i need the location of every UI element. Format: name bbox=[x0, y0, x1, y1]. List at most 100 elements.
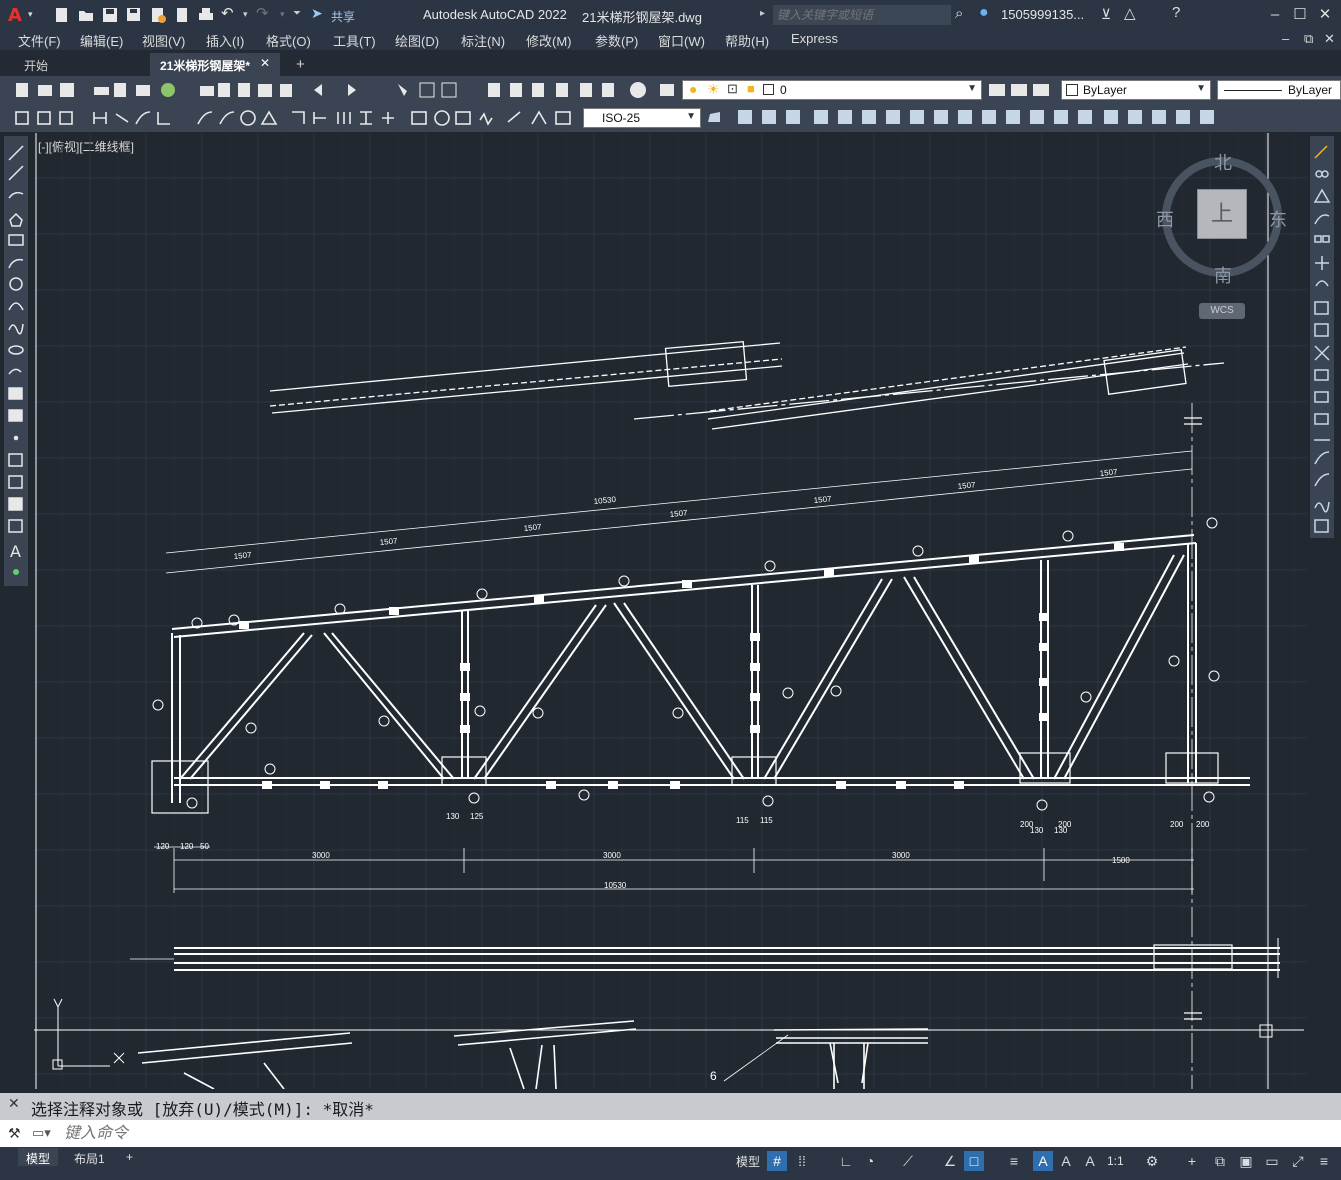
compass-west[interactable]: 西 bbox=[1156, 206, 1174, 232]
share-icon[interactable]: ➤ bbox=[311, 5, 329, 23]
search-input[interactable] bbox=[773, 5, 951, 25]
menu-insert[interactable]: 插入(I) bbox=[206, 31, 244, 50]
draw-toolbar-icons[interactable]: A bbox=[4, 136, 28, 586]
ortho-icon[interactable]: ∟ bbox=[836, 1151, 856, 1171]
menu-view[interactable]: 视图(V) bbox=[142, 31, 185, 50]
layer-dropdown[interactable]: ● ☀ ⊡ ■ 0 ▼ bbox=[682, 80, 982, 100]
grid-icon[interactable]: # bbox=[767, 1151, 787, 1171]
new-tab-icon[interactable]: + bbox=[286, 52, 312, 75]
svg-text:115: 115 bbox=[736, 816, 749, 825]
modify-toolbar-right-icons[interactable] bbox=[1310, 136, 1334, 538]
menu-draw[interactable]: 绘图(D) bbox=[395, 31, 439, 50]
auto-scale-icon[interactable]: A bbox=[1056, 1151, 1076, 1171]
close-icon[interactable]: ✕ bbox=[8, 1095, 20, 1112]
chevron-down-icon[interactable]: ▾ bbox=[28, 9, 46, 27]
doc-restore-icon[interactable]: ⧉ bbox=[1304, 31, 1313, 47]
user-icon[interactable]: ● bbox=[979, 4, 997, 22]
wcs-menu[interactable]: WCS bbox=[1199, 303, 1245, 319]
plot-icon[interactable] bbox=[197, 6, 215, 24]
undo-icon[interactable]: ↶ bbox=[221, 4, 239, 22]
gear-icon[interactable]: ⚙ bbox=[1142, 1151, 1162, 1171]
lightbulb-icon: ● bbox=[689, 81, 698, 97]
standard-toolbar-icons[interactable] bbox=[10, 76, 690, 104]
menu-tools[interactable]: 工具(T) bbox=[333, 31, 376, 50]
close-icon[interactable]: ✕ bbox=[260, 56, 270, 70]
tab-layout1[interactable]: 布局1 bbox=[66, 1148, 113, 1166]
cart-icon[interactable]: ⊻ bbox=[1101, 6, 1119, 24]
command-line: ⚒ ▭▾ bbox=[0, 1120, 1341, 1147]
snap-icon[interactable]: ⁞⁞ bbox=[792, 1151, 812, 1171]
object-snap-tracking-icon[interactable]: ∠ bbox=[940, 1151, 960, 1171]
dim-label-2: 3000 bbox=[603, 851, 621, 860]
autocad-logo-icon[interactable]: A bbox=[8, 5, 22, 26]
annotation-scale-icon[interactable]: A bbox=[1080, 1151, 1100, 1171]
dimstyle-dropdown[interactable]: ISO-25 ▼ bbox=[583, 108, 701, 128]
compass-east[interactable]: 东 bbox=[1269, 206, 1287, 232]
open-web-icon[interactable] bbox=[149, 6, 167, 24]
svg-text:1507: 1507 bbox=[957, 480, 976, 491]
annotation-scale-value[interactable]: 1:1 bbox=[1107, 1154, 1124, 1168]
open-folder-icon[interactable] bbox=[77, 6, 95, 24]
maximize-icon[interactable]: ☐ bbox=[1289, 4, 1311, 26]
doc-minimize-icon[interactable]: – bbox=[1282, 31, 1289, 46]
menu-express[interactable]: Express bbox=[791, 31, 838, 46]
grid-lines bbox=[34, 133, 1307, 1089]
menu-file[interactable]: 文件(F) bbox=[18, 31, 61, 50]
command-input[interactable] bbox=[64, 1122, 1324, 1145]
customize-icon[interactable]: ⏷ bbox=[293, 8, 311, 26]
redo-icon[interactable]: ↷ bbox=[256, 4, 274, 22]
hardware-acceleration-icon[interactable]: ▣ bbox=[1236, 1151, 1256, 1171]
model-space-label[interactable]: 模型 bbox=[736, 1153, 760, 1170]
add-layout-icon[interactable]: + bbox=[118, 1148, 141, 1166]
viewcube-top-face[interactable]: 上 bbox=[1197, 189, 1247, 239]
close-icon[interactable]: ✕ bbox=[1314, 4, 1336, 26]
menu-icon[interactable]: ≡ bbox=[1314, 1151, 1334, 1171]
clean-screen-icon[interactable]: ▭ bbox=[1262, 1151, 1282, 1171]
drawing-canvas[interactable]: 3000 3000 3000 1500 10530 1507 1507 1507… bbox=[34, 133, 1307, 1089]
isodraft-icon[interactable]: ⟋ bbox=[898, 1151, 918, 1171]
save-web-icon[interactable] bbox=[173, 6, 191, 24]
chevron-down-icon: ▼ bbox=[967, 83, 977, 94]
compass-south[interactable]: 南 bbox=[1214, 262, 1232, 288]
annotation-visibility-icon[interactable]: A bbox=[1033, 1151, 1053, 1171]
color-dropdown[interactable]: ByLayer ▼ bbox=[1061, 80, 1211, 100]
fullscreen-icon[interactable]: ⤢ bbox=[1288, 1151, 1308, 1171]
tab-start[interactable]: 开始 bbox=[14, 53, 149, 76]
linetype-dropdown[interactable]: ByLayer bbox=[1217, 80, 1341, 100]
title-bar: A ▾ ↶ ▾ ↷ ▾ ⏷ ➤ 共享 Autodesk AutoCAD 2022… bbox=[0, 0, 1341, 30]
model-viewport[interactable]: [-][俯视][二维线框] 3000 3000 3000 1500 10530 … bbox=[34, 133, 1307, 1089]
lineweight-icon[interactable]: ≡ bbox=[1004, 1151, 1024, 1171]
dimension-toolbar-icons[interactable] bbox=[10, 104, 590, 132]
polar-icon[interactable]: ◔ bbox=[860, 1151, 880, 1171]
tab-drawing[interactable]: 21米梯形钢屋架* ✕ bbox=[150, 53, 280, 76]
plus-icon[interactable]: + bbox=[1182, 1151, 1202, 1171]
share-label[interactable]: 共享 bbox=[331, 8, 355, 25]
command-prompt-icon[interactable]: ▭▾ bbox=[32, 1125, 51, 1141]
save-as-icon[interactable] bbox=[125, 6, 143, 24]
search-icon[interactable]: ⌕ bbox=[955, 5, 973, 23]
menu-parametric[interactable]: 参数(P) bbox=[595, 31, 638, 50]
menu-dimension[interactable]: 标注(N) bbox=[461, 31, 505, 50]
layer-tools-icons[interactable] bbox=[985, 76, 1055, 104]
menu-modify[interactable]: 修改(M) bbox=[526, 31, 572, 50]
save-icon[interactable] bbox=[101, 6, 119, 24]
status-bar: 模型 布局1 + 模型 # ⁞⁞ ∟ ◔ ⟋ ∠ □ ≡ A A A 1:1 ⚙… bbox=[0, 1147, 1341, 1180]
object-snap-icon[interactable]: □ bbox=[964, 1151, 984, 1171]
isolate-objects-icon[interactable]: ⧉ bbox=[1210, 1151, 1230, 1171]
menu-window[interactable]: 窗口(W) bbox=[658, 31, 705, 50]
menu-edit[interactable]: 编辑(E) bbox=[80, 31, 123, 50]
modify-toolbar-icons[interactable] bbox=[704, 104, 1224, 132]
help-icon[interactable]: ? bbox=[1172, 4, 1190, 22]
menu-format[interactable]: 格式(O) bbox=[266, 31, 311, 50]
autodesk-connect-icon[interactable]: △ bbox=[1124, 4, 1142, 22]
user-id[interactable]: 1505999135... bbox=[1001, 7, 1084, 22]
compass-north[interactable]: 北 bbox=[1214, 149, 1232, 175]
tab-model[interactable]: 模型 bbox=[18, 1148, 59, 1166]
minimize-icon[interactable]: – bbox=[1264, 4, 1286, 26]
wrench-icon[interactable]: ⚒ bbox=[8, 1125, 21, 1142]
new-file-icon[interactable] bbox=[53, 6, 71, 24]
ucs-icon bbox=[52, 998, 1273, 1070]
tab-label: 开始 bbox=[24, 59, 49, 73]
menu-help[interactable]: 帮助(H) bbox=[725, 31, 769, 50]
doc-close-icon[interactable]: ✕ bbox=[1324, 31, 1335, 47]
